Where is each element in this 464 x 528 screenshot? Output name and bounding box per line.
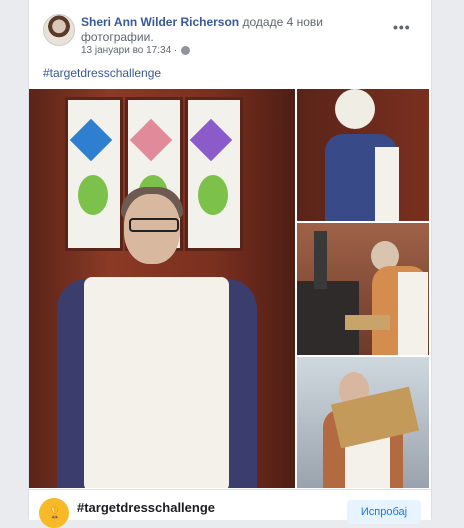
bonnet [335,89,375,129]
stained-glass-green [78,175,108,215]
photo-2[interactable] [297,89,429,221]
challenge-bar: 🏆 #targetdresschallenge Испробај [29,489,431,528]
challenge-title[interactable]: #targetdresschallenge [77,500,215,515]
photo-3[interactable] [297,223,429,355]
post-card: Sheri Ann Wilder Richerson додаде 4 нови… [28,0,432,528]
stained-glass-pink [129,118,173,162]
apron [84,277,229,488]
try-button[interactable]: Испробај [347,500,421,524]
post-date[interactable]: 13 јануари во 17:34 · [81,45,177,56]
more-horizontal-icon[interactable]: ••• [393,19,411,35]
wood-log [345,315,390,330]
apron [398,272,428,355]
avatar[interactable] [43,14,75,46]
globe-icon [181,46,191,55]
stained-glass-green [198,175,228,215]
glasses [129,218,179,232]
author-name[interactable]: Sheri Ann Wilder Richerson [81,15,239,29]
stained-glass-window [185,97,243,251]
stove-pipe [314,231,327,289]
trophy-icon: 🏆 [39,498,69,528]
post-header: Sheri Ann Wilder Richerson додаде 4 нови… [81,15,391,45]
post-hashtag[interactable]: #targetdresschallenge [43,66,161,80]
stained-glass-blue [69,118,113,162]
photo-4[interactable] [297,357,429,488]
post-meta: 13 јануари во 17:34 · [81,45,191,56]
apron [375,147,399,221]
stained-glass-window [65,97,123,251]
photo-main[interactable] [29,89,295,488]
stained-glass-purple [189,118,233,162]
